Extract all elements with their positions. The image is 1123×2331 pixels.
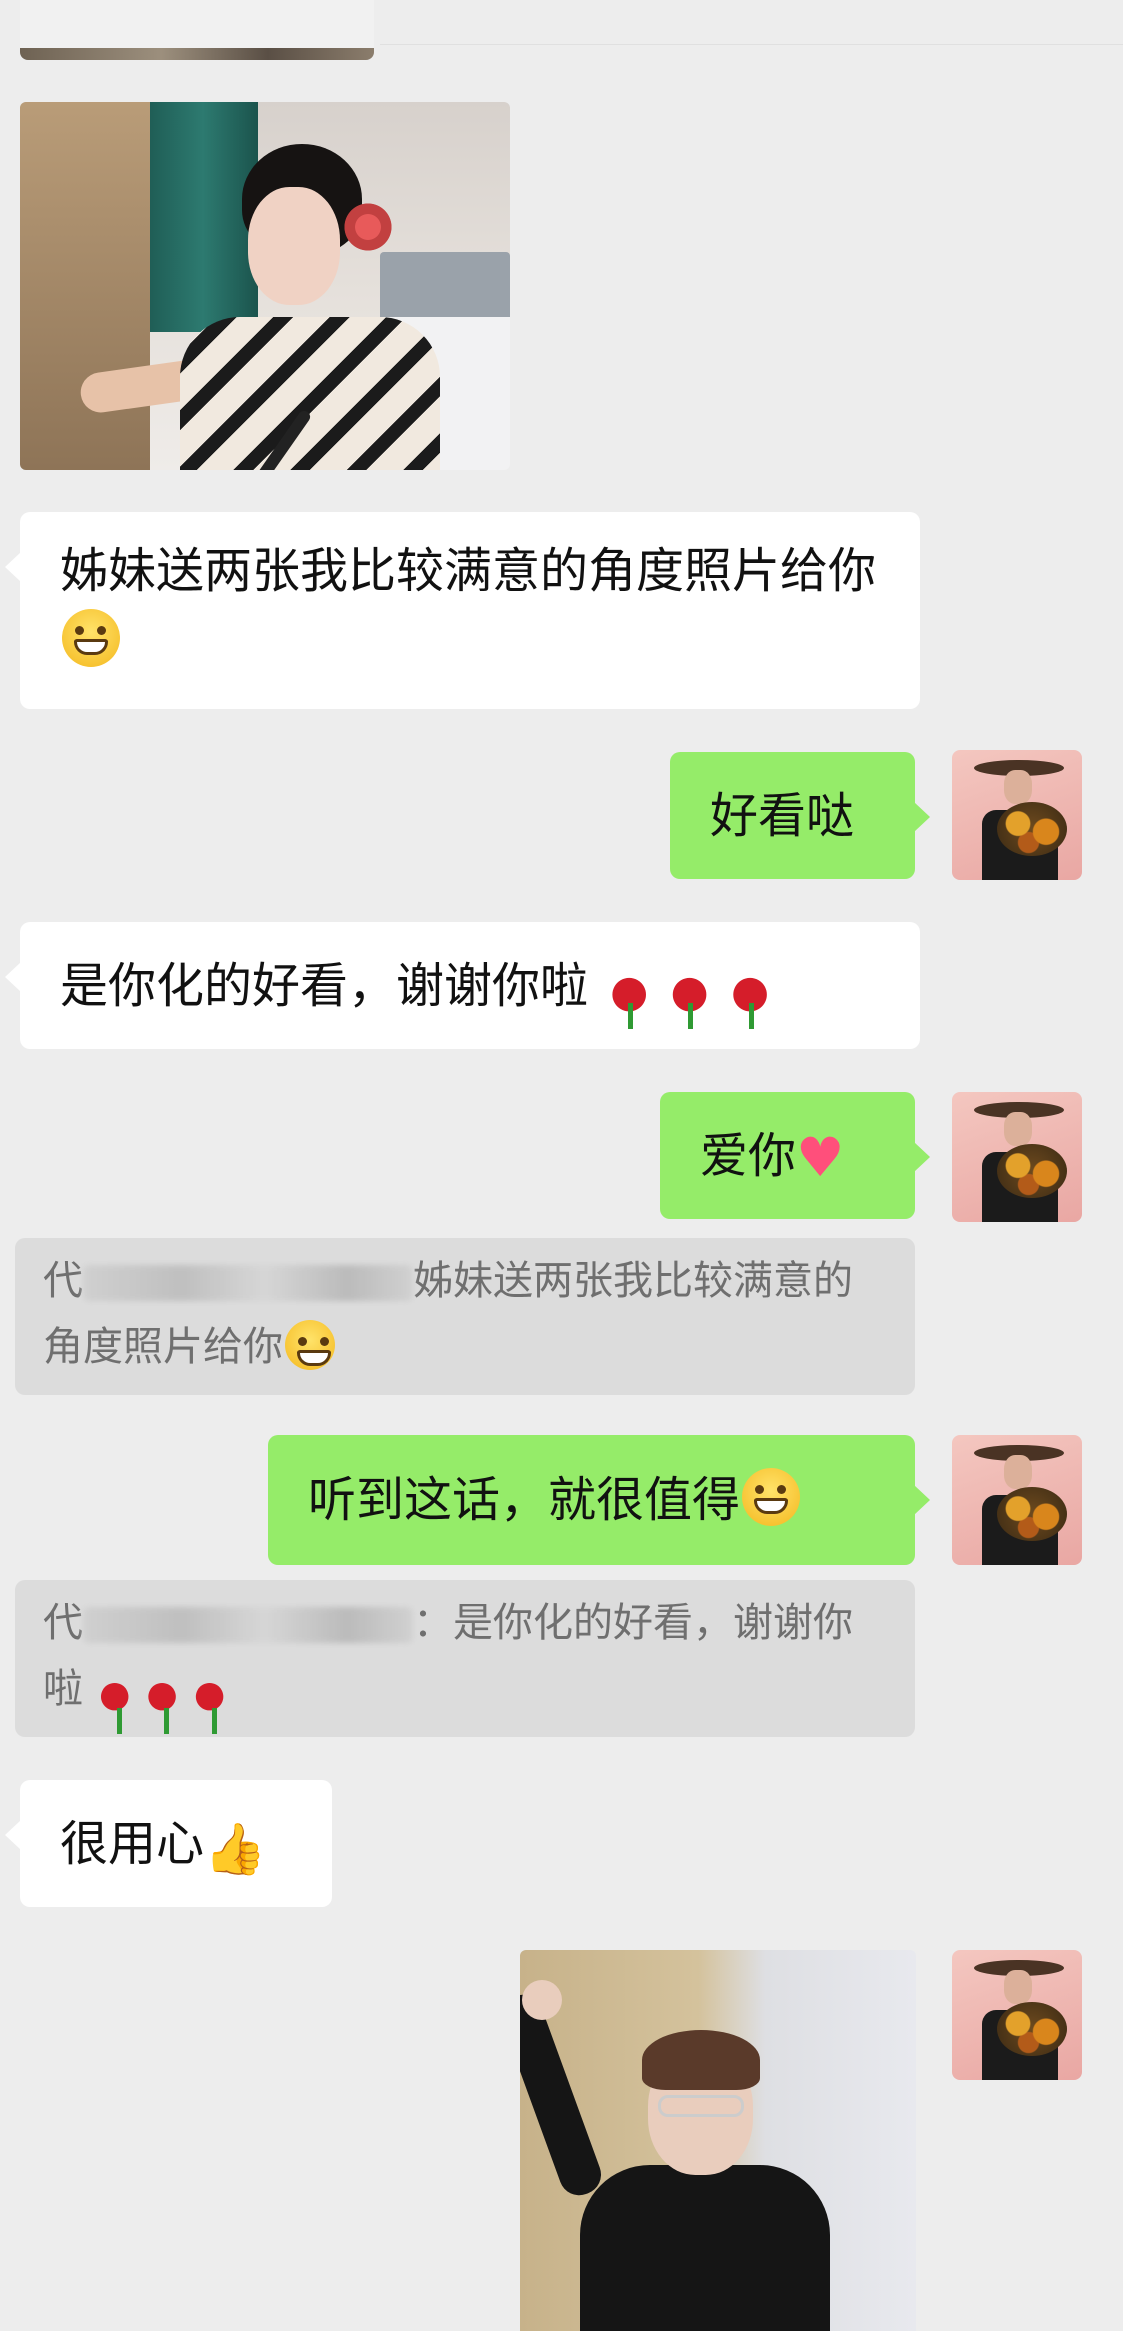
message-text: 姊妹送两张我比较满意的角度照片给你	[60, 543, 877, 599]
artist-figure	[20, 102, 150, 470]
top-divider	[380, 44, 1123, 45]
rose-icon: ●	[194, 1662, 225, 1734]
message-text: 很用心	[60, 1816, 205, 1872]
message-outgoing-worth-it[interactable]: 听到这话，就很值得	[268, 1435, 930, 1565]
rose-icon: ●	[99, 1662, 130, 1734]
message-outgoing-nice[interactable]: 好看哒	[670, 752, 930, 879]
message-incoming-thanks[interactable]: 是你化的好看，谢谢你啦 ● ● ●	[5, 922, 920, 1049]
rose-icon: ●	[670, 957, 709, 1029]
quote-sender: 代	[43, 1258, 83, 1304]
person-hair	[642, 2030, 760, 2090]
glasses	[658, 2095, 744, 2117]
message-incoming-photos[interactable]: 姊妹送两张我比较满意的角度照片给你	[5, 512, 920, 709]
quoted-message[interactable]: 代姊妹送两张我比较满意的角度照片给你	[15, 1238, 915, 1395]
rose-icon: ●	[146, 1662, 178, 1734]
curtain	[148, 102, 258, 332]
grinning-face-icon	[742, 1468, 801, 1526]
person-body	[580, 2165, 830, 2331]
sticker-message[interactable]	[520, 1950, 916, 2331]
model-face	[248, 187, 340, 305]
rose-icon: ●	[610, 957, 648, 1029]
image-message-partial[interactable]	[20, 0, 374, 60]
redacted-name	[83, 1265, 413, 1301]
redacted-name	[83, 1607, 413, 1643]
message-incoming-thoughtful[interactable]: 很用心👍	[5, 1780, 332, 1907]
message-outgoing-love[interactable]: 爱你♥	[660, 1092, 930, 1219]
avatar[interactable]	[952, 750, 1082, 880]
message-text: 是你化的好看，谢谢你啦	[60, 958, 589, 1014]
message-text: 爱你	[700, 1128, 797, 1184]
grinning-face-icon	[62, 609, 120, 667]
avatar[interactable]	[952, 1435, 1082, 1565]
model-top	[180, 317, 440, 470]
message-text: 好看哒	[710, 788, 855, 844]
rose-icon: ●	[731, 957, 769, 1029]
thumbs-up-icon: 👍	[204, 1820, 267, 1878]
photo-message-makeup[interactable]	[20, 102, 510, 470]
hair-ornament	[338, 197, 398, 257]
pointing-arm	[520, 1989, 607, 2201]
avatar[interactable]	[952, 1950, 1082, 2080]
pointing-hand	[522, 1980, 562, 2020]
grinning-face-icon	[285, 1320, 335, 1370]
quote-sender: 代	[43, 1600, 83, 1646]
avatar[interactable]	[952, 1092, 1082, 1222]
message-text: 听到这话，就很值得	[308, 1472, 741, 1528]
quoted-message[interactable]: 代：是你化的好看，谢谢你啦 ● ● ●	[15, 1580, 915, 1737]
heart-icon: ♥	[796, 1126, 845, 1189]
